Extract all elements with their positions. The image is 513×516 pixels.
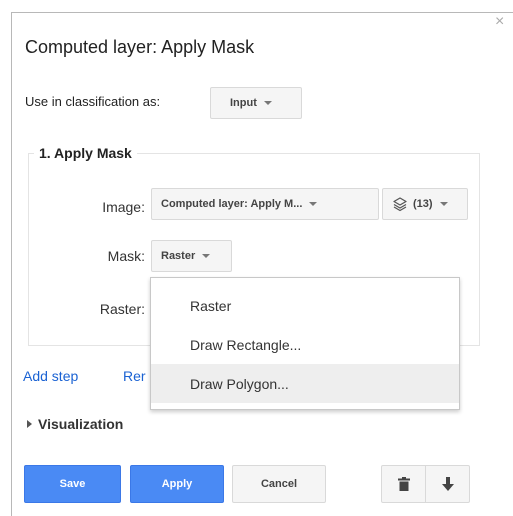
layers-count: (13) — [413, 198, 433, 210]
arrow-down-icon — [441, 477, 454, 491]
close-icon[interactable]: × — [495, 14, 504, 30]
chevron-down-icon — [439, 202, 448, 206]
chevron-down-icon — [263, 101, 272, 105]
mask-dropdown-menu: Raster Draw Rectangle... Draw Polygon... — [150, 277, 460, 410]
delete-button[interactable] — [381, 465, 426, 503]
layers-icon — [393, 197, 407, 212]
trash-icon — [397, 477, 410, 491]
menu-item-draw-rectangle[interactable]: Draw Rectangle... — [151, 325, 459, 364]
classification-select-value: Input — [230, 97, 257, 109]
raster-label: Raster: — [99, 301, 145, 317]
remove-step-link[interactable]: Rer — [123, 368, 146, 384]
dialog-title: Computed layer: Apply Mask — [25, 37, 255, 57]
step-legend: 1. Apply Mask — [34, 145, 137, 161]
menu-item-draw-polygon[interactable]: Draw Polygon... — [151, 364, 459, 403]
cancel-button[interactable]: Cancel — [232, 465, 326, 503]
apply-button[interactable]: Apply — [130, 465, 224, 503]
visualization-label: Visualization — [38, 416, 124, 432]
expand-triangle-icon — [27, 420, 32, 428]
chevron-down-icon — [309, 202, 318, 206]
classification-select[interactable]: Input — [210, 87, 302, 119]
move-down-button[interactable] — [425, 465, 470, 503]
chevron-down-icon — [202, 254, 211, 258]
save-button[interactable]: Save — [24, 465, 121, 503]
mask-select-value: Raster — [161, 250, 196, 262]
menu-item-raster[interactable]: Raster — [151, 286, 459, 325]
visualization-toggle[interactable]: Visualization — [27, 416, 123, 432]
mask-label: Mask: — [107, 248, 145, 264]
mask-select[interactable]: Raster — [151, 240, 232, 272]
image-label: Image: — [102, 199, 145, 215]
image-select-value: Computed layer: Apply M... — [161, 198, 303, 210]
image-select[interactable]: Computed layer: Apply M... — [151, 188, 379, 220]
classification-label: Use in classification as: — [25, 94, 161, 109]
add-step-link[interactable]: Add step — [23, 368, 78, 384]
layers-button[interactable]: (13) — [382, 188, 468, 220]
